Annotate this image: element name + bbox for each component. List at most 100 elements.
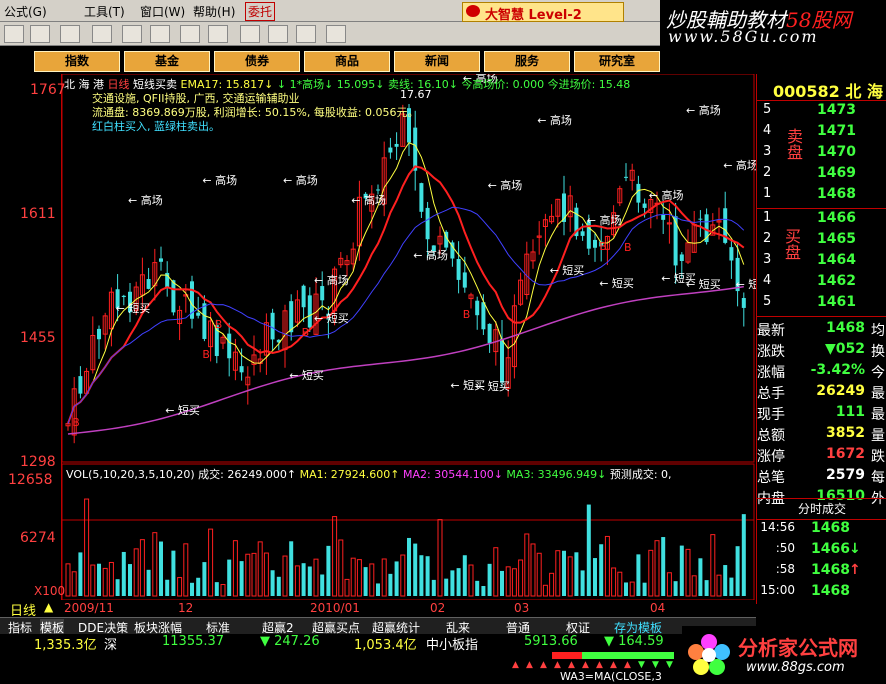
compass-icon[interactable]	[208, 25, 228, 43]
volume-bar	[723, 565, 728, 596]
buy-level-row[interactable]: 5 1461	[757, 294, 886, 315]
volume-bar	[394, 561, 399, 596]
nav-index[interactable]: 指数	[34, 51, 120, 72]
shen-amount: 1,335.3亿	[34, 638, 97, 653]
nav-fund[interactable]: 基金	[124, 51, 210, 72]
volume-bar	[97, 563, 101, 596]
stat-extra-label: 量	[871, 428, 885, 444]
candle-body-down	[661, 214, 666, 220]
sell-signal-label: ← 高场	[283, 173, 318, 187]
sell-signal-label: ← 高场	[202, 173, 237, 187]
menu-trade[interactable]: 委托	[245, 2, 276, 21]
buy-level-price: 1466	[817, 210, 856, 226]
menu-formula[interactable]: 公式(G)	[4, 3, 47, 20]
nav-commodity[interactable]: 商品	[304, 51, 390, 72]
tick-time: :50	[775, 541, 795, 555]
volume-bar	[190, 582, 194, 596]
volume-bar	[511, 568, 517, 597]
volume-bar	[177, 577, 183, 597]
stat-label: 现手	[757, 407, 785, 423]
sell-level-row[interactable]: 3 1470	[757, 144, 886, 165]
arrow-up-icon: ▲	[568, 660, 575, 670]
buy-signal-label: ← 短买	[736, 277, 756, 291]
bars-icon[interactable]	[30, 25, 50, 43]
volume-bar	[71, 571, 77, 597]
sell-level-row[interactable]: 5 1473	[757, 102, 886, 123]
stat-value: -3.42%	[810, 362, 865, 378]
volume-bar	[65, 563, 71, 597]
book-divider	[757, 316, 886, 317]
volume-bar	[729, 577, 734, 596]
menu-help[interactable]: 帮助(H)	[193, 3, 235, 20]
candle-body-down	[307, 295, 312, 328]
menu-tools[interactable]: 工具(T)	[84, 3, 125, 20]
watermark-bottom-title: 分析家公式网	[738, 636, 858, 660]
sell-level-row[interactable]: 1 1468	[757, 186, 886, 207]
candle-body-down	[289, 301, 294, 333]
menu-window[interactable]: 窗口(W)	[140, 3, 185, 20]
help-pointer-icon[interactable]	[326, 25, 346, 43]
grid-icon[interactable]	[4, 25, 24, 43]
volume-bar	[624, 582, 628, 596]
tick-row: 15:00 1468	[757, 583, 886, 604]
books-icon[interactable]	[296, 25, 316, 43]
sell-signal-label: ← 高场	[537, 113, 572, 127]
sell-level-row[interactable]: 4 1471	[757, 123, 886, 144]
volume-bar	[524, 533, 530, 597]
timeframe-selector[interactable]: 日线 ▲	[0, 600, 62, 619]
arrow-up-icon: ▲	[526, 660, 533, 670]
volume-bar	[542, 584, 548, 597]
stat-extra-label: 最	[871, 386, 885, 402]
ball-icon[interactable]	[180, 25, 200, 43]
sell-signal-label: ← 高场	[314, 273, 349, 287]
sell-signal-label: ← 高场	[351, 193, 386, 207]
volume-bar	[196, 577, 201, 596]
triangle-up-icon[interactable]: ▲	[44, 600, 53, 614]
diamond-icon[interactable]	[150, 25, 170, 43]
buy-marker-b: B	[624, 241, 632, 254]
sell-signal-label: ← 高场	[587, 213, 622, 227]
nav-service[interactable]: 服务	[484, 51, 570, 72]
stat-extra-label: 最	[871, 407, 885, 423]
cut-icon[interactable]	[122, 25, 142, 43]
brand-icon	[466, 5, 480, 17]
volume-bar	[599, 544, 604, 596]
volume-bar	[214, 582, 219, 596]
buy-level-row[interactable]: 4 1462	[757, 273, 886, 294]
nav-bond[interactable]: 债券	[214, 51, 300, 72]
volume-bar	[431, 579, 436, 596]
shen-change: ▼ 247.26	[260, 634, 320, 649]
fenshi-header[interactable]: 分时成交	[757, 498, 886, 520]
volume-bar	[636, 554, 641, 596]
list-icon[interactable]	[240, 25, 260, 43]
tick-row: 14:56 1468	[757, 520, 886, 541]
volume-bar	[518, 559, 524, 597]
window-icon[interactable]	[268, 25, 288, 43]
buy-marker-b: B	[202, 348, 210, 361]
tick-price: 1468	[811, 562, 850, 578]
y-label-1611: 1611	[20, 206, 56, 222]
volume-bar	[332, 516, 338, 597]
book-divider	[757, 208, 886, 209]
sell-level-row[interactable]: 2 1469	[757, 165, 886, 186]
binoculars-icon[interactable]	[60, 25, 80, 43]
volume-bar	[400, 554, 406, 597]
candle-body-down	[394, 143, 399, 147]
volume-bar	[555, 550, 561, 597]
buy-level-price: 1464	[817, 252, 856, 268]
candle-body-down	[487, 323, 492, 343]
nav-research[interactable]: 研究室	[574, 51, 660, 72]
arrow-down-icon: ▼	[652, 660, 659, 670]
volume-bar	[338, 539, 344, 597]
table-icon[interactable]	[92, 25, 112, 43]
candle-body-down	[301, 285, 306, 308]
kline-chart[interactable]: ← 高场 ← 高场 ← 高场 ← 高场 ← 高场 ← 高场 ← 高场 ← 高场 ← 高场 ← 高场…	[0, 74, 756, 604]
sell-side-label: 卖盘	[784, 128, 803, 160]
vol-chengjiao: 成交: 26249.000↑	[198, 468, 297, 481]
stat-extra-label: 每	[871, 470, 885, 486]
stat-row: 涨停 1672 跌	[757, 446, 886, 467]
nav-news[interactable]: 新闻	[394, 51, 480, 72]
volume-bar	[437, 519, 443, 597]
stat-value: 1672	[826, 446, 865, 462]
stat-value: ▼052	[825, 341, 865, 357]
